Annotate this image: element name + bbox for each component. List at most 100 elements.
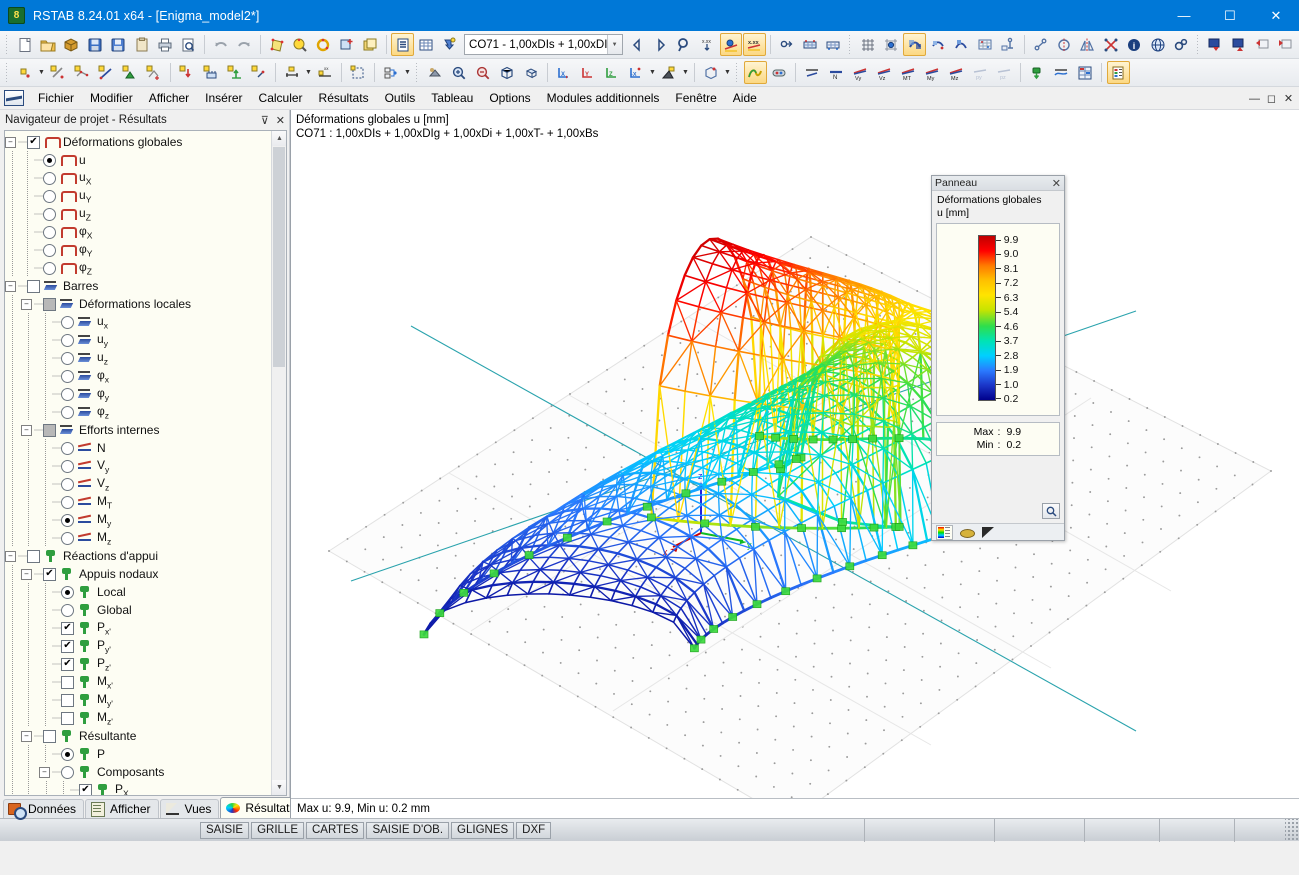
chevron-down-icon[interactable]: ▼ — [606, 35, 622, 54]
view-x-icon[interactable]: X — [553, 61, 576, 84]
tree-item[interactable]: N — [5, 439, 271, 457]
tree-item[interactable]: – Composants — [5, 763, 271, 781]
close-icon[interactable]: ✕ — [276, 114, 285, 127]
local-def-icon[interactable] — [801, 61, 824, 84]
free-load-icon[interactable] — [248, 61, 271, 84]
member-icon[interactable] — [95, 61, 118, 84]
tree-item[interactable]: – Résultante — [5, 727, 271, 745]
scale-value-icon[interactable]: x.xx — [696, 33, 718, 56]
tree-item[interactable]: – Barres — [5, 277, 271, 295]
menu-outils[interactable]: Outils — [377, 88, 424, 108]
deform2-icon[interactable] — [927, 33, 949, 56]
tree-radio[interactable] — [61, 603, 74, 617]
tree-item[interactable]: Global — [5, 601, 271, 619]
surface-grid-icon[interactable] — [974, 33, 996, 56]
section-icon[interactable] — [143, 61, 166, 84]
tree-checkbox[interactable] — [43, 729, 56, 743]
scroll-thumb[interactable] — [273, 147, 285, 367]
rotate-node-icon[interactable] — [312, 33, 334, 56]
tree-checkbox[interactable] — [43, 297, 56, 311]
zoom-node-icon[interactable] — [289, 33, 311, 56]
close-button[interactable]: ✕ — [1253, 0, 1299, 31]
tree-radio[interactable] — [43, 261, 56, 275]
tree-item[interactable]: φy — [5, 385, 271, 403]
tree-item[interactable]: Mz — [5, 529, 271, 547]
mdi-close-button[interactable]: ✕ — [1280, 92, 1297, 105]
rotate-box-icon[interactable] — [700, 61, 723, 84]
toolbar-grip[interactable] — [4, 34, 11, 55]
moment-mz-icon[interactable]: Mz — [945, 61, 968, 84]
pin-icon[interactable]: ⊽ — [261, 114, 269, 127]
menu-fenetre[interactable]: Fenêtre — [667, 88, 724, 108]
selection-window-icon[interactable] — [347, 61, 370, 84]
support-icon[interactable] — [997, 33, 1019, 56]
mdi-minimize-button[interactable]: — — [1246, 93, 1263, 105]
node-icon[interactable] — [14, 61, 37, 84]
printout-icon[interactable] — [1106, 61, 1130, 84]
print-icon[interactable] — [154, 33, 176, 56]
surface-load-icon[interactable] — [224, 61, 247, 84]
tree-item[interactable]: Mz' — [5, 709, 271, 727]
next-case-icon[interactable] — [649, 33, 671, 56]
panel-tab-factors[interactable] — [959, 526, 975, 539]
tree-radio[interactable] — [43, 225, 56, 239]
tree-checkbox[interactable]: ✔ — [61, 657, 74, 671]
tree-item[interactable]: uy — [5, 331, 271, 349]
tree-radio[interactable] — [43, 171, 56, 185]
export-red-icon[interactable] — [1274, 33, 1296, 56]
tree-radio[interactable] — [61, 513, 74, 527]
save-as-icon[interactable] — [84, 33, 106, 56]
toolbar2-grip-2[interactable] — [414, 62, 421, 83]
tree-radio[interactable] — [61, 369, 74, 383]
maximize-button[interactable]: ☐ — [1207, 0, 1253, 31]
tree-checkbox[interactable]: ✔ — [79, 783, 92, 795]
view-y-icon[interactable]: Y — [577, 61, 600, 84]
tree-radio[interactable] — [43, 207, 56, 221]
select-add-icon[interactable] — [336, 33, 358, 56]
new-file-icon[interactable] — [13, 33, 35, 56]
shear-vz-icon[interactable]: Vz — [873, 61, 896, 84]
tree-radio[interactable] — [61, 477, 74, 491]
view-dropdown-arrow[interactable]: ▼ — [648, 61, 657, 84]
tree-radio[interactable] — [61, 405, 74, 419]
tree-item[interactable]: ✔ PX — [5, 781, 271, 795]
mesh-icon[interactable] — [856, 33, 878, 56]
menu-fichier[interactable]: Fichier — [30, 88, 82, 108]
axial-n-icon[interactable]: N — [825, 61, 848, 84]
tree-item[interactable]: ✔ Py' — [5, 637, 271, 655]
menu-modifier[interactable]: Modifier — [82, 88, 141, 108]
arrange-dropdown-arrow[interactable]: ▼ — [403, 61, 412, 84]
menu-modules-additionnels[interactable]: Modules additionnels — [539, 88, 668, 108]
tree-radio[interactable] — [61, 315, 74, 329]
tree-radio[interactable] — [43, 243, 56, 257]
render-shape-icon[interactable] — [265, 33, 287, 56]
deform3-icon[interactable] — [950, 33, 972, 56]
moment-mt-icon[interactable]: MT — [897, 61, 920, 84]
tree-radio[interactable] — [61, 495, 74, 509]
tree-checkbox[interactable]: ✔ — [61, 621, 74, 635]
redo-icon[interactable] — [233, 33, 255, 56]
panel-tab-colors[interactable] — [937, 525, 952, 539]
undo-icon[interactable] — [210, 33, 232, 56]
magnifier-icon[interactable] — [1042, 503, 1060, 519]
polyline-icon[interactable] — [71, 61, 94, 84]
tree-item[interactable]: – Réactions d'appui — [5, 547, 271, 565]
table-list-icon[interactable] — [391, 33, 414, 56]
tree-checkbox[interactable]: ✔ — [61, 639, 74, 653]
tree-radio[interactable] — [61, 351, 74, 365]
tree-item[interactable]: φx — [5, 367, 271, 385]
tree-scrollbar[interactable]: ▲ ▼ — [271, 131, 286, 795]
node-line-icon[interactable] — [1029, 33, 1051, 56]
box-view-icon[interactable] — [496, 61, 519, 84]
tree-expander[interactable]: – — [5, 136, 16, 148]
mirror-icon[interactable] — [1076, 33, 1098, 56]
pz-icon[interactable]: pz — [993, 61, 1016, 84]
tree-item[interactable]: ✔ Px' — [5, 619, 271, 637]
export-up-icon[interactable] — [1227, 33, 1249, 56]
tree-item[interactable]: uz — [5, 349, 271, 367]
load-case-combo[interactable]: CO71 - 1,00xDIs + 1,00xDIg ▼ — [464, 34, 623, 55]
tree-expander[interactable]: – — [5, 550, 16, 562]
tree-radio[interactable] — [61, 531, 74, 545]
arrange-icon[interactable] — [380, 61, 403, 84]
tree-item[interactable]: – Efforts internes — [5, 421, 271, 439]
